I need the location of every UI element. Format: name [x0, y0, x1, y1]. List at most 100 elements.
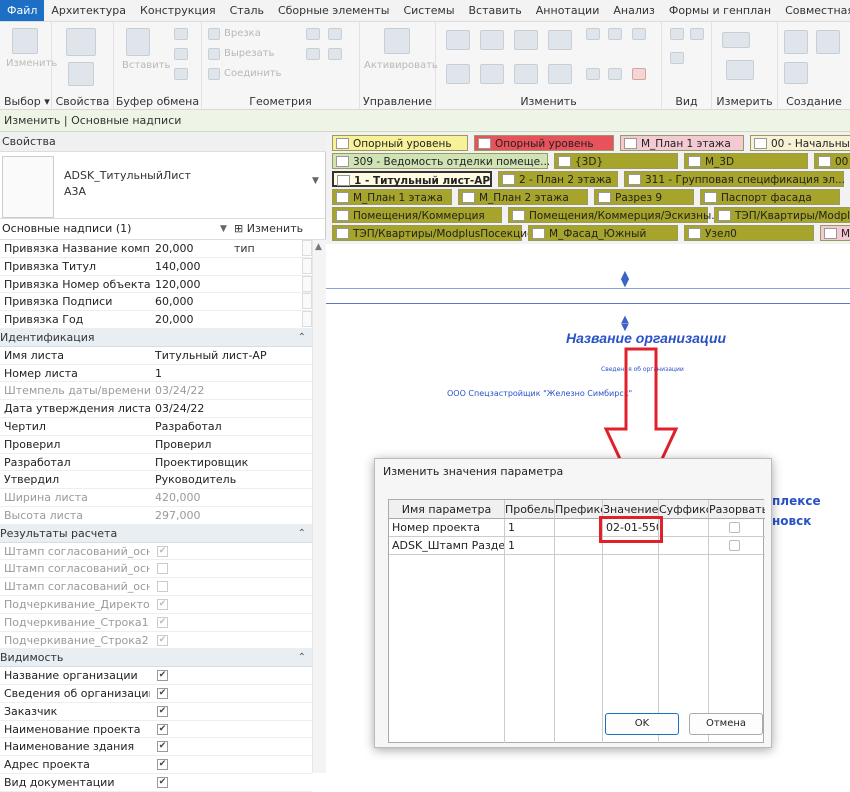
scroll-up-icon[interactable]: ▲ — [315, 242, 322, 252]
view-tab[interactable]: М_План 2 этажа — [458, 189, 588, 205]
associate-parameter-button[interactable] — [302, 240, 312, 256]
row1-break-checkbox[interactable] — [729, 522, 740, 533]
view-tab[interactable]: Узел0 — [684, 225, 814, 241]
menu-item-4[interactable]: Сборные элементы — [271, 0, 397, 21]
align-icon[interactable] — [446, 30, 470, 50]
offset-icon[interactable] — [480, 30, 504, 50]
property-value[interactable]: 20,000 — [155, 240, 194, 258]
row1-suffix[interactable] — [659, 519, 709, 537]
type-properties-icon[interactable] — [68, 62, 94, 86]
view-tab[interactable]: ТЭП/Квартиры/ModplusПосекцио... — [332, 225, 544, 241]
property-checkbox[interactable]: ✔ — [157, 759, 168, 771]
menu-item-3[interactable]: Сталь — [223, 0, 271, 21]
property-value[interactable]: 140,000 — [155, 258, 201, 276]
view-tab[interactable]: ТЭП/Квартиры/Modplus — [714, 207, 850, 223]
array-icon[interactable] — [586, 68, 600, 80]
property-value[interactable]: Проверил — [155, 436, 211, 454]
property-checkbox[interactable]: ✔ — [157, 670, 168, 682]
cope-icon[interactable] — [208, 28, 220, 40]
dimension-icon[interactable] — [726, 60, 754, 80]
ok-button[interactable]: OK — [605, 713, 679, 735]
instance-filter[interactable]: Основные надписи (1) ▼ ⊞ Изменить тип — [0, 218, 326, 255]
view-tab[interactable]: Опорный уровень — [474, 135, 614, 151]
view-tab[interactable]: М_План 1 этажа — [620, 135, 744, 151]
row2-spaces[interactable]: 1 — [505, 537, 555, 555]
property-value[interactable]: 60,000 — [155, 293, 194, 311]
view-tab[interactable]: Помещения/Коммерция/Эскизны... — [508, 207, 721, 223]
view-tool-3-icon[interactable] — [670, 52, 684, 64]
mirror-draw-icon[interactable] — [548, 30, 572, 50]
view-tab[interactable]: М_План 1 этажа — [332, 189, 452, 205]
menu-item-6[interactable]: Вставить — [462, 0, 529, 21]
measure-icon[interactable] — [722, 32, 750, 48]
copy-element-icon[interactable] — [480, 64, 504, 84]
property-checkbox[interactable]: ✔ — [157, 723, 168, 735]
row2-break-checkbox[interactable] — [729, 540, 740, 551]
collapse-icon[interactable]: ⌃ — [298, 329, 306, 347]
copy-icon[interactable] — [174, 48, 188, 60]
menu-item-1[interactable]: Архитектура — [44, 0, 133, 21]
property-checkbox[interactable]: ✔ — [157, 705, 168, 717]
rotate-icon[interactable] — [514, 64, 538, 84]
view-tab[interactable]: Опорный уровень — [332, 135, 468, 151]
create-part-icon[interactable] — [784, 30, 808, 54]
create-group-icon[interactable] — [816, 30, 840, 54]
menu-item-7[interactable]: Аннотации — [529, 0, 607, 21]
view-tab[interactable]: 00 - Начальный вид — [814, 153, 850, 169]
collapse-icon[interactable]: ⌃ — [298, 525, 306, 543]
associate-parameter-button[interactable] — [302, 275, 312, 292]
join-icon[interactable] — [208, 68, 220, 80]
row2-suffix[interactable] — [659, 537, 709, 555]
split-icon[interactable] — [586, 28, 600, 40]
property-value[interactable]: Титульный лист-АР — [155, 347, 267, 365]
collapse-icon[interactable]: ⌃ — [298, 649, 306, 667]
view-tab[interactable]: 2 - План 2 этажа — [498, 171, 618, 187]
view-tool-2-icon[interactable] — [690, 28, 704, 40]
row1-spaces[interactable]: 1 — [505, 519, 555, 537]
property-value[interactable]: 120,000 — [155, 276, 201, 294]
property-value[interactable]: Проектировщик — [155, 454, 248, 472]
view-tool-1-icon[interactable] — [670, 28, 684, 40]
select-dropdown[interactable]: Выбор ▾ — [4, 95, 51, 108]
geometry-tool-2-icon[interactable] — [328, 28, 342, 40]
match-icon[interactable] — [174, 68, 188, 80]
view-tab[interactable]: М_3D — [684, 153, 808, 169]
view-tab[interactable]: М_Фасад_Южный — [528, 225, 678, 241]
mirror-axis-icon[interactable] — [514, 30, 538, 50]
chevron-down-icon[interactable]: ▼ — [220, 219, 227, 239]
cut-geometry-icon[interactable] — [208, 48, 220, 60]
row1-prefix[interactable] — [555, 519, 603, 537]
view-tab[interactable]: 311 - Групповая спецификация эл... — [624, 171, 845, 187]
property-checkbox[interactable]: ✔ — [157, 687, 168, 699]
move-icon[interactable] — [446, 64, 470, 84]
split-gap-icon[interactable] — [608, 28, 622, 40]
geometry-tool-4-icon[interactable] — [328, 48, 342, 60]
cut-icon[interactable] — [174, 28, 188, 40]
delete-icon[interactable] — [632, 68, 646, 80]
activate-icon[interactable] — [384, 28, 410, 54]
menu-item-9[interactable]: Формы и генплан — [662, 0, 778, 21]
view-tab[interactable]: {3D} — [554, 153, 678, 169]
drag-handle-icon[interactable]: ▲ ▼ — [619, 269, 631, 288]
view-tab[interactable]: Паспорт фасада — [700, 189, 840, 205]
cursor-icon[interactable] — [12, 28, 38, 54]
view-tab[interactable]: М_План — [820, 225, 850, 241]
properties-scrollbar[interactable]: ▲ — [312, 240, 326, 773]
menu-item-10[interactable]: Совместная работа — [778, 0, 850, 21]
associate-parameter-button[interactable] — [302, 311, 312, 328]
create-similar-icon[interactable] — [784, 62, 808, 84]
property-value[interactable]: 1 — [155, 365, 162, 383]
associate-parameter-button[interactable] — [302, 293, 312, 310]
property-value[interactable]: Руководитель — [155, 471, 236, 489]
view-tab[interactable]: Разрез 9 — [594, 189, 694, 205]
geometry-tool-3-icon[interactable] — [306, 48, 320, 60]
menu-item-2[interactable]: Конструкция — [133, 0, 223, 21]
trim-icon[interactable] — [548, 64, 572, 84]
scale-icon[interactable] — [608, 68, 622, 80]
property-value[interactable]: Разработал — [155, 418, 222, 436]
property-checkbox[interactable]: ✔ — [157, 776, 168, 788]
menu-item-8[interactable]: Анализ — [606, 0, 662, 21]
view-tab[interactable]: Помещения/Коммерция — [332, 207, 502, 223]
row2-prefix[interactable] — [555, 537, 603, 555]
menu-item-0[interactable]: Файл — [0, 0, 45, 21]
